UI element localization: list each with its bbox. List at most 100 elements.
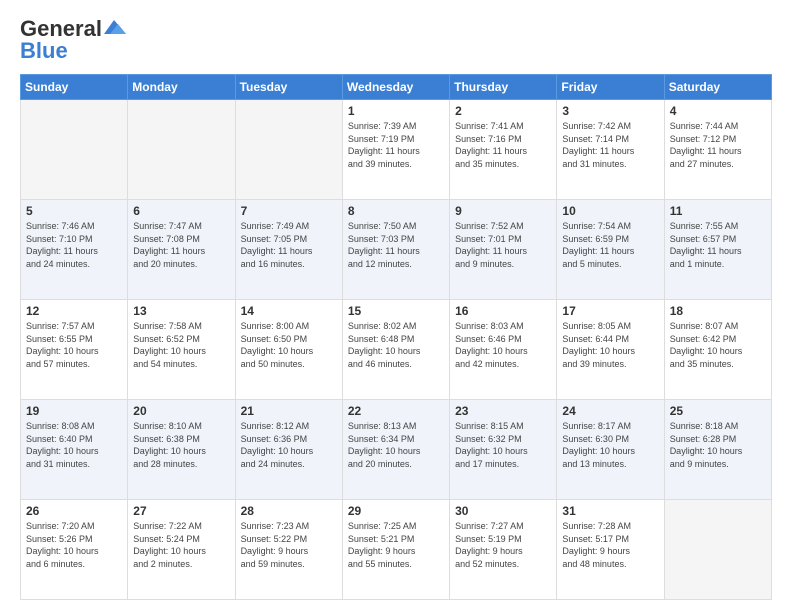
day-info: Sunrise: 7:42 AM Sunset: 7:14 PM Dayligh… — [562, 120, 658, 170]
day-number: 15 — [348, 304, 444, 318]
page: General Blue SundayMondayTuesdayWednesda… — [0, 0, 792, 612]
calendar-cell: 8 Sunrise: 7:50 AM Sunset: 7:03 PM Daylig… — [342, 200, 449, 300]
week-row-4: 19Sunrise: 8:08 AM Sunset: 6:40 PM Dayli… — [21, 400, 772, 500]
calendar-cell: 2 Sunrise: 7:41 AM Sunset: 7:16 PM Daylig… — [450, 100, 557, 200]
calendar-cell: 6 Sunrise: 7:47 AM Sunset: 7:08 PM Daylig… — [128, 200, 235, 300]
calendar-cell — [21, 100, 128, 200]
weekday-header-saturday: Saturday — [664, 75, 771, 100]
day-number: 2 — [455, 104, 551, 118]
calendar-cell: 1 Sunrise: 7:39 AM Sunset: 7:19 PM Daylig… — [342, 100, 449, 200]
week-row-2: 5Sunrise: 7:46 AM Sunset: 7:10 PM Daylig… — [21, 200, 772, 300]
day-number: 11 — [670, 204, 766, 218]
calendar-cell: 20 Sunrise: 8:10 AM Sunset: 6:38 PM Dayli… — [128, 400, 235, 500]
day-info: Sunrise: 8:05 AM Sunset: 6:44 PM Dayligh… — [562, 320, 658, 370]
day-info: Sunrise: 7:20 AM Sunset: 5:26 PM Dayligh… — [26, 520, 122, 570]
day-number: 3 — [562, 104, 658, 118]
week-row-1: 1 Sunrise: 7:39 AM Sunset: 7:19 PM Daylig… — [21, 100, 772, 200]
day-number: 22 — [348, 404, 444, 418]
day-info: Sunrise: 7:47 AM Sunset: 7:08 PM Dayligh… — [133, 220, 229, 270]
day-info: Sunrise: 8:02 AM Sunset: 6:48 PM Dayligh… — [348, 320, 444, 370]
calendar-table: SundayMondayTuesdayWednesdayThursdayFrid… — [20, 74, 772, 600]
day-info: Sunrise: 7:22 AM Sunset: 5:24 PM Dayligh… — [133, 520, 229, 570]
day-number: 29 — [348, 504, 444, 518]
calendar-cell: 30Sunrise: 7:27 AM Sunset: 5:19 PM Dayli… — [450, 500, 557, 600]
weekday-header-row: SundayMondayTuesdayWednesdayThursdayFrid… — [21, 75, 772, 100]
day-number: 28 — [241, 504, 337, 518]
day-number: 31 — [562, 504, 658, 518]
day-info: Sunrise: 7:49 AM Sunset: 7:05 PM Dayligh… — [241, 220, 337, 270]
calendar-cell: 23 Sunrise: 8:15 AM Sunset: 6:32 PM Dayli… — [450, 400, 557, 500]
day-number: 23 — [455, 404, 551, 418]
calendar-cell: 15 Sunrise: 8:02 AM Sunset: 6:48 PM Dayli… — [342, 300, 449, 400]
calendar-cell: 10 Sunrise: 7:54 AM Sunset: 6:59 PM Dayli… — [557, 200, 664, 300]
calendar-cell: 24Sunrise: 8:17 AM Sunset: 6:30 PM Dayli… — [557, 400, 664, 500]
calendar-cell: 12 Sunrise: 7:57 AM Sunset: 6:55 PM Dayli… — [21, 300, 128, 400]
day-info: Sunrise: 7:57 AM Sunset: 6:55 PM Dayligh… — [26, 320, 122, 370]
day-number: 21 — [241, 404, 337, 418]
day-number: 25 — [670, 404, 766, 418]
day-number: 13 — [133, 304, 229, 318]
day-number: 5 — [26, 204, 122, 218]
logo: General Blue — [20, 16, 126, 64]
week-row-3: 12 Sunrise: 7:57 AM Sunset: 6:55 PM Dayli… — [21, 300, 772, 400]
calendar-cell: 11Sunrise: 7:55 AM Sunset: 6:57 PM Dayli… — [664, 200, 771, 300]
day-number: 4 — [670, 104, 766, 118]
day-info: Sunrise: 7:28 AM Sunset: 5:17 PM Dayligh… — [562, 520, 658, 570]
day-info: Sunrise: 7:41 AM Sunset: 7:16 PM Dayligh… — [455, 120, 551, 170]
day-number: 16 — [455, 304, 551, 318]
weekday-header-tuesday: Tuesday — [235, 75, 342, 100]
calendar-cell: 9 Sunrise: 7:52 AM Sunset: 7:01 PM Daylig… — [450, 200, 557, 300]
day-info: Sunrise: 8:12 AM Sunset: 6:36 PM Dayligh… — [241, 420, 337, 470]
calendar-cell: 19Sunrise: 8:08 AM Sunset: 6:40 PM Dayli… — [21, 400, 128, 500]
weekday-header-friday: Friday — [557, 75, 664, 100]
day-info: Sunrise: 7:52 AM Sunset: 7:01 PM Dayligh… — [455, 220, 551, 270]
day-info: Sunrise: 8:18 AM Sunset: 6:28 PM Dayligh… — [670, 420, 766, 470]
calendar-cell: 26 Sunrise: 7:20 AM Sunset: 5:26 PM Dayli… — [21, 500, 128, 600]
day-info: Sunrise: 7:54 AM Sunset: 6:59 PM Dayligh… — [562, 220, 658, 270]
day-number: 30 — [455, 504, 551, 518]
day-number: 17 — [562, 304, 658, 318]
day-info: Sunrise: 8:00 AM Sunset: 6:50 PM Dayligh… — [241, 320, 337, 370]
weekday-header-sunday: Sunday — [21, 75, 128, 100]
day-number: 26 — [26, 504, 122, 518]
weekday-header-thursday: Thursday — [450, 75, 557, 100]
calendar-cell: 22Sunrise: 8:13 AM Sunset: 6:34 PM Dayli… — [342, 400, 449, 500]
day-info: Sunrise: 7:58 AM Sunset: 6:52 PM Dayligh… — [133, 320, 229, 370]
day-number: 18 — [670, 304, 766, 318]
day-number: 27 — [133, 504, 229, 518]
day-info: Sunrise: 8:15 AM Sunset: 6:32 PM Dayligh… — [455, 420, 551, 470]
logo-icon — [104, 20, 126, 36]
calendar-cell: 16Sunrise: 8:03 AM Sunset: 6:46 PM Dayli… — [450, 300, 557, 400]
day-number: 9 — [455, 204, 551, 218]
day-info: Sunrise: 7:25 AM Sunset: 5:21 PM Dayligh… — [348, 520, 444, 570]
day-info: Sunrise: 8:07 AM Sunset: 6:42 PM Dayligh… — [670, 320, 766, 370]
calendar-cell — [664, 500, 771, 600]
day-number: 14 — [241, 304, 337, 318]
calendar-cell: 31 Sunrise: 7:28 AM Sunset: 5:17 PM Dayli… — [557, 500, 664, 600]
calendar-cell: 28 Sunrise: 7:23 AM Sunset: 5:22 PM Dayli… — [235, 500, 342, 600]
calendar-cell: 3 Sunrise: 7:42 AM Sunset: 7:14 PM Daylig… — [557, 100, 664, 200]
calendar-cell: 17 Sunrise: 8:05 AM Sunset: 6:44 PM Dayli… — [557, 300, 664, 400]
week-row-5: 26 Sunrise: 7:20 AM Sunset: 5:26 PM Dayli… — [21, 500, 772, 600]
calendar-cell — [235, 100, 342, 200]
day-number: 6 — [133, 204, 229, 218]
day-number: 20 — [133, 404, 229, 418]
logo-blue-text: Blue — [20, 38, 68, 64]
day-info: Sunrise: 7:23 AM Sunset: 5:22 PM Dayligh… — [241, 520, 337, 570]
calendar-cell: 27 Sunrise: 7:22 AM Sunset: 5:24 PM Dayli… — [128, 500, 235, 600]
calendar-cell — [128, 100, 235, 200]
day-info: Sunrise: 8:08 AM Sunset: 6:40 PM Dayligh… — [26, 420, 122, 470]
day-number: 8 — [348, 204, 444, 218]
calendar-cell: 7Sunrise: 7:49 AM Sunset: 7:05 PM Daylig… — [235, 200, 342, 300]
day-info: Sunrise: 7:50 AM Sunset: 7:03 PM Dayligh… — [348, 220, 444, 270]
calendar-cell: 4 Sunrise: 7:44 AM Sunset: 7:12 PM Daylig… — [664, 100, 771, 200]
day-info: Sunrise: 8:17 AM Sunset: 6:30 PM Dayligh… — [562, 420, 658, 470]
day-number: 12 — [26, 304, 122, 318]
day-number: 1 — [348, 104, 444, 118]
day-info: Sunrise: 7:44 AM Sunset: 7:12 PM Dayligh… — [670, 120, 766, 170]
calendar-cell: 13 Sunrise: 7:58 AM Sunset: 6:52 PM Dayli… — [128, 300, 235, 400]
day-number: 10 — [562, 204, 658, 218]
calendar-cell: 5Sunrise: 7:46 AM Sunset: 7:10 PM Daylig… — [21, 200, 128, 300]
day-info: Sunrise: 7:39 AM Sunset: 7:19 PM Dayligh… — [348, 120, 444, 170]
day-info: Sunrise: 8:10 AM Sunset: 6:38 PM Dayligh… — [133, 420, 229, 470]
